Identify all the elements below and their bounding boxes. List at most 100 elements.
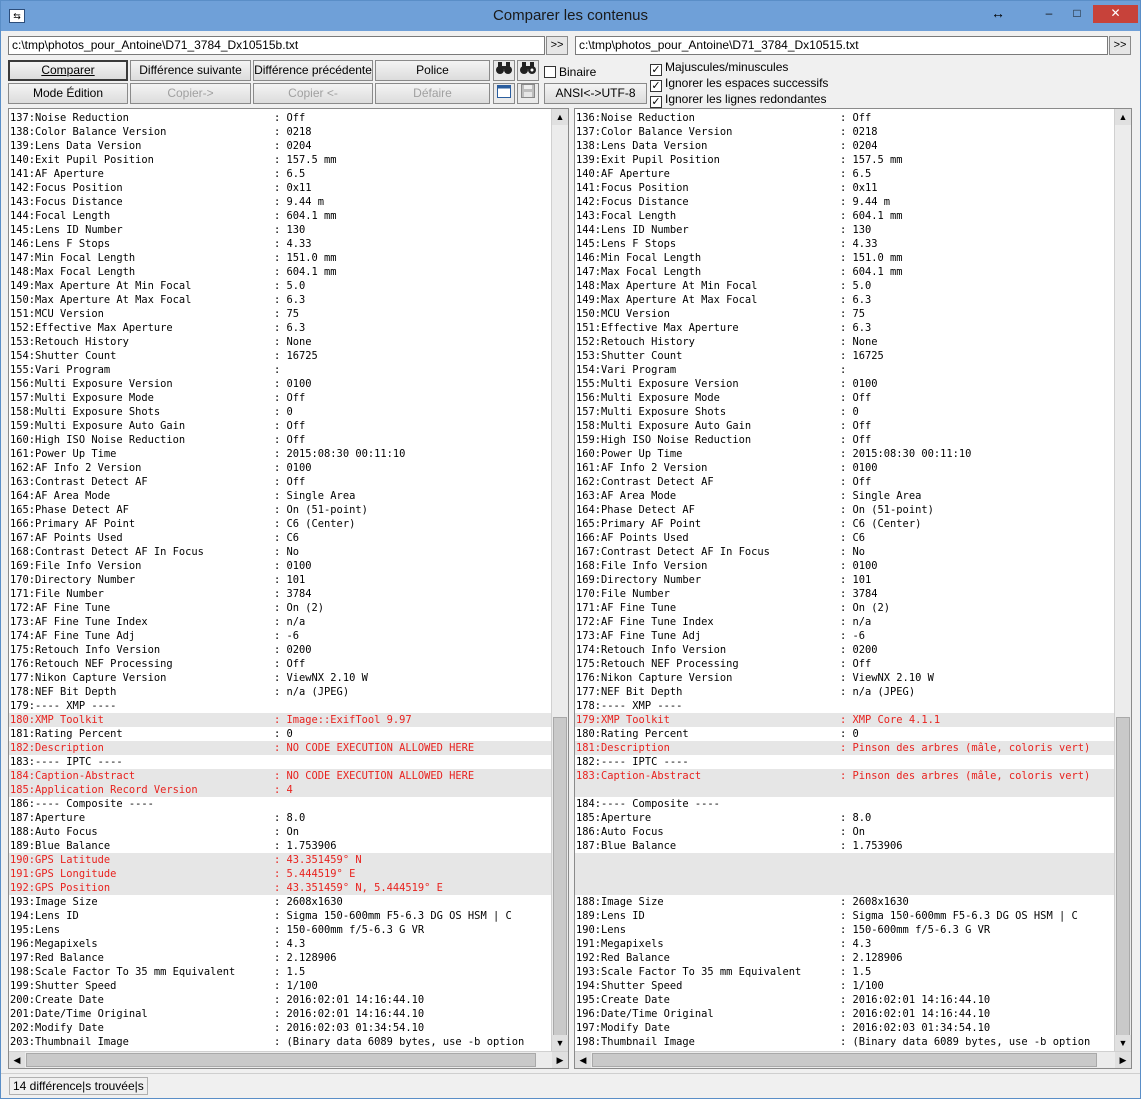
line-key: 167:Contrast Detect AF In Focus — [576, 546, 770, 558]
right-file-path[interactable]: c:\tmp\photos_pour_Antoine\D71_3784_Dx10… — [575, 36, 1108, 55]
line-value: : 6.3 — [274, 322, 306, 334]
save-disk-icon[interactable] — [517, 83, 539, 104]
line-key: 146:Lens F Stops — [10, 238, 111, 250]
duplicate-lines-checkbox[interactable]: ✓ Ignorer les lignes redondantes — [650, 92, 826, 108]
case-checkbox-box[interactable]: ✓ — [650, 64, 662, 76]
line-key: 144:Focal Length — [10, 210, 111, 222]
line-key: 160:High ISO Noise Reduction — [10, 434, 186, 446]
line-value: : 5.0 — [274, 280, 306, 292]
line-value: : 604.1 mm — [840, 210, 903, 222]
left-vertical-scrollbar[interactable]: ▲ ▼ — [551, 109, 568, 1051]
text-line: 158:Multi Exposure Shots: 0 — [9, 405, 551, 419]
left-horizontal-scrollbar[interactable]: ◀ ▶ — [9, 1051, 568, 1068]
text-line: 151:Effective Max Aperture: 6.3 — [575, 321, 1114, 335]
text-line: 187:Blue Balance: 1.753906 — [575, 839, 1114, 853]
text-line: 146:Lens F Stops: 4.33 — [9, 237, 551, 251]
title-bar[interactable]: ⇆ Comparer les contenus ↔ – □ ✕ — [1, 1, 1140, 31]
text-line: 157:Multi Exposure Shots: 0 — [575, 405, 1114, 419]
line-value: : 16725 — [840, 350, 884, 362]
scroll-up-arrow-icon[interactable]: ▲ — [1115, 109, 1131, 125]
left-hscroll-thumb[interactable] — [26, 1053, 536, 1067]
right-text-pane[interactable]: 136:Noise Reduction: Off 137:Color Balanc… — [574, 108, 1132, 1069]
line-key: 147:Min Focal Length — [10, 252, 136, 264]
right-scroll-thumb[interactable] — [1116, 717, 1130, 1047]
text-line: 196:Megapixels: 4.3 — [9, 937, 551, 951]
line-key: 166:Primary AF Point — [10, 518, 136, 530]
text-line: 148:Max Focal Length: 604.1 mm — [9, 265, 551, 279]
close-button[interactable]: ✕ — [1093, 5, 1138, 23]
left-scroll-thumb[interactable] — [553, 717, 567, 1047]
diff-line: 179:XMP Toolkit: XMP Core 4.1.1 — [575, 713, 1114, 727]
line-value: : None — [274, 336, 312, 348]
text-line: 195:Create Date: 2016:02:01 14:16:44.10 — [575, 993, 1114, 1007]
line-value: : Off — [274, 476, 306, 488]
text-line: 155:Multi Exposure Version: 0100 — [575, 377, 1114, 391]
line-value: : -6 — [274, 630, 300, 642]
line-key: 194:Lens ID — [10, 910, 79, 922]
line-value: : 0 — [840, 728, 859, 740]
line-key: 170:File Number — [576, 588, 670, 600]
undo-button[interactable]: Défaire — [375, 83, 490, 104]
compare-button[interactable]: Comparer — [8, 60, 128, 81]
window-layout-icon[interactable] — [493, 83, 515, 104]
line-key: 163:Contrast Detect AF — [10, 476, 148, 488]
previous-difference-button[interactable]: Différence précédente — [253, 60, 373, 81]
case-checkbox[interactable]: ✓ Majuscules/minuscules — [650, 60, 788, 76]
left-text-pane[interactable]: 137:Noise Reduction: Off 138:Color Balanc… — [8, 108, 569, 1069]
line-key: 159:High ISO Noise Reduction — [576, 434, 752, 446]
text-line: 141:Focus Position: 0x11 — [575, 181, 1114, 195]
line-key: 165:Primary AF Point — [576, 518, 702, 530]
spaces-checkbox-box[interactable]: ✓ — [650, 80, 662, 92]
binary-checkbox[interactable]: Binaire — [544, 65, 596, 79]
right-hscroll-thumb[interactable] — [592, 1053, 1097, 1067]
scroll-left-arrow-icon[interactable]: ◀ — [9, 1052, 25, 1068]
left-file-path[interactable]: c:\tmp\photos_pour_Antoine\D71_3784_Dx10… — [8, 36, 545, 55]
blank-line — [575, 853, 1114, 867]
line-value: : NO CODE EXECUTION ALLOWED HERE — [274, 770, 475, 782]
line-value: : 16725 — [274, 350, 318, 362]
find-next-binoculars-icon[interactable] — [517, 60, 539, 81]
line-value: : 157.5 mm — [840, 154, 903, 166]
line-key: 172:AF Fine Tune Index — [576, 616, 714, 628]
encoding-toggle-button[interactable]: ANSI<->UTF-8 — [544, 83, 647, 104]
scroll-down-arrow-icon[interactable]: ▼ — [1115, 1035, 1131, 1051]
line-value: : ViewNX 2.10 W — [274, 672, 368, 684]
line-value: : — [274, 364, 281, 376]
right-browse-button[interactable]: >> — [1109, 36, 1131, 55]
right-lines: 136:Noise Reduction: Off 137:Color Balanc… — [575, 111, 1114, 1049]
edit-mode-button[interactable]: Mode Édition — [8, 83, 128, 104]
line-key: 195:Lens — [10, 924, 61, 936]
binary-checkbox-box[interactable] — [544, 66, 556, 78]
maximize-button[interactable]: □ — [1064, 5, 1090, 23]
line-key: 154:Vari Program — [576, 364, 677, 376]
duplicate-lines-checkbox-box[interactable]: ✓ — [650, 96, 662, 108]
line-value: : 0218 — [274, 126, 312, 138]
line-value: : 6.5 — [840, 168, 872, 180]
spaces-checkbox[interactable]: ✓ Ignorer les espaces successifs — [650, 76, 828, 92]
minimize-button[interactable]: – — [1036, 5, 1062, 23]
text-line: 145:Lens F Stops: 4.33 — [575, 237, 1114, 251]
line-value: : Sigma 150-600mm F5-6.3 DG OS HSM | C — [274, 910, 512, 922]
text-line: 147:Min Focal Length: 151.0 mm — [9, 251, 551, 265]
copy-left-button[interactable]: Copier <- — [253, 83, 373, 104]
text-line: 170:File Number: 3784 — [575, 587, 1114, 601]
scroll-right-arrow-icon[interactable]: ▶ — [552, 1052, 568, 1068]
scroll-up-arrow-icon[interactable]: ▲ — [552, 109, 568, 125]
line-key: 163:AF Area Mode — [576, 490, 677, 502]
line-value: : 0x11 — [274, 182, 312, 194]
scroll-right-arrow-icon[interactable]: ▶ — [1115, 1052, 1131, 1068]
scroll-left-arrow-icon[interactable]: ◀ — [575, 1052, 591, 1068]
right-vertical-scrollbar[interactable]: ▲ ▼ — [1114, 109, 1131, 1051]
left-browse-button[interactable]: >> — [546, 36, 568, 55]
next-difference-button[interactable]: Différence suivante — [130, 60, 251, 81]
resize-arrows-icon: ↔ — [991, 5, 1005, 21]
diff-line: 182:Description: NO CODE EXECUTION ALLOW… — [9, 741, 551, 755]
find-binoculars-icon[interactable] — [493, 60, 515, 81]
font-button[interactable]: Police — [375, 60, 490, 81]
copy-right-button[interactable]: Copier-> — [130, 83, 251, 104]
scroll-down-arrow-icon[interactable]: ▼ — [552, 1035, 568, 1051]
right-horizontal-scrollbar[interactable]: ◀ ▶ — [575, 1051, 1131, 1068]
text-line: 163:AF Area Mode: Single Area — [575, 489, 1114, 503]
text-line: 162:Contrast Detect AF: Off — [575, 475, 1114, 489]
line-value: : 2016:02:03 01:34:54.10 — [274, 1022, 425, 1034]
